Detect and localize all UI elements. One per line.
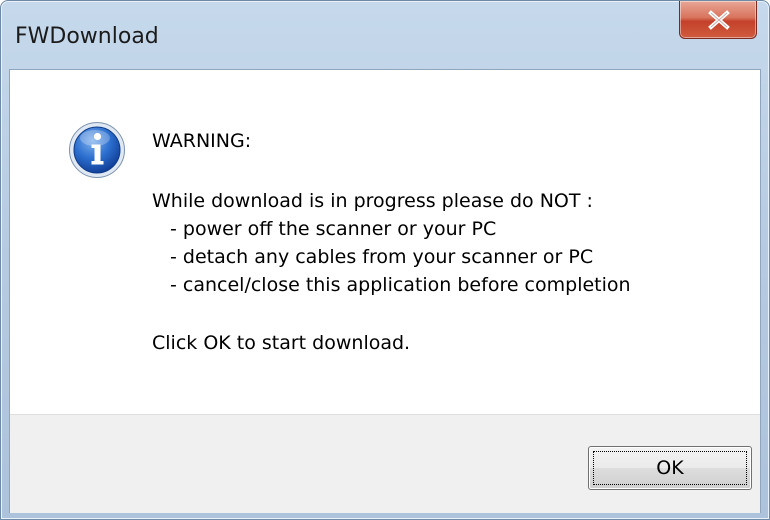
- warning-item: - detach any cables from your scanner or…: [170, 246, 594, 268]
- ok-button[interactable]: OK: [588, 446, 752, 490]
- info-icon: [69, 122, 125, 178]
- warning-body: While download is in progress please do …: [152, 190, 593, 212]
- button-bar: OK: [10, 414, 760, 513]
- dialog-content: WARNING: While download is in progress p…: [9, 69, 761, 513]
- close-icon: [708, 10, 730, 30]
- warning-item: - cancel/close this application before c…: [170, 274, 631, 296]
- prompt-text: Click OK to start download.: [152, 332, 411, 354]
- title-bar[interactable]: FWDownload: [1, 1, 769, 69]
- warning-item: - power off the scanner or your PC: [170, 218, 497, 240]
- ok-button-label: OK: [656, 457, 684, 479]
- close-button[interactable]: [679, 1, 757, 39]
- dialog-window: FWDownload WARNING: While download is in…: [0, 0, 770, 520]
- warning-heading: WARNING:: [152, 130, 252, 152]
- window-title: FWDownload: [15, 24, 159, 49]
